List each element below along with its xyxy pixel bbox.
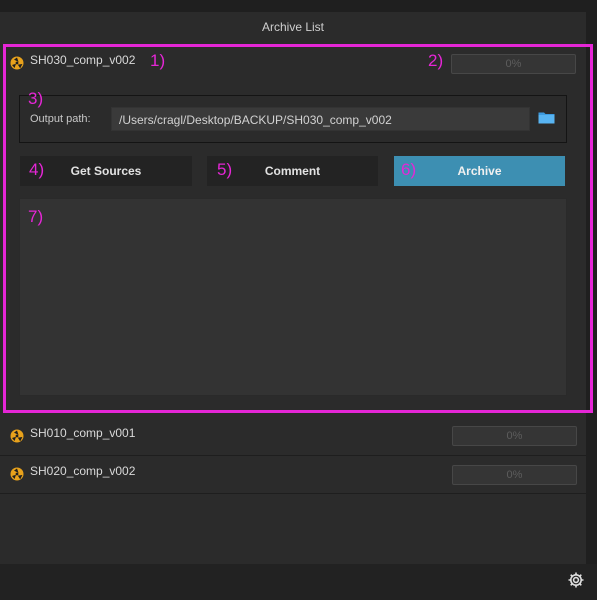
shot-name[interactable]: SH010_comp_v001	[30, 426, 135, 440]
highlight-frame	[3, 44, 593, 413]
annotation-2: 2)	[428, 51, 444, 70]
annotation-6: 6)	[401, 160, 417, 179]
annotation-5: 5)	[217, 160, 233, 179]
annotation-7: 7)	[28, 207, 44, 226]
progress-text: 0%	[506, 469, 523, 481]
archive-list-header: Archive List	[0, 12, 586, 42]
nuke-icon	[10, 467, 24, 481]
progress-text: 0%	[506, 430, 523, 442]
shot-name[interactable]: SH020_comp_v002	[30, 464, 135, 478]
gear-icon[interactable]	[567, 571, 585, 589]
progress-bar: 0%	[452, 426, 577, 446]
nuke-icon	[10, 429, 24, 443]
progress-bar: 0%	[452, 465, 577, 485]
header-title: Archive List	[261, 20, 325, 34]
footer-bar	[0, 564, 597, 600]
row-divider	[0, 493, 586, 494]
row-divider	[0, 455, 586, 456]
annotation-1: 1)	[150, 51, 166, 70]
annotation-3: 3)	[28, 89, 44, 108]
annotation-4: 4)	[29, 160, 45, 179]
